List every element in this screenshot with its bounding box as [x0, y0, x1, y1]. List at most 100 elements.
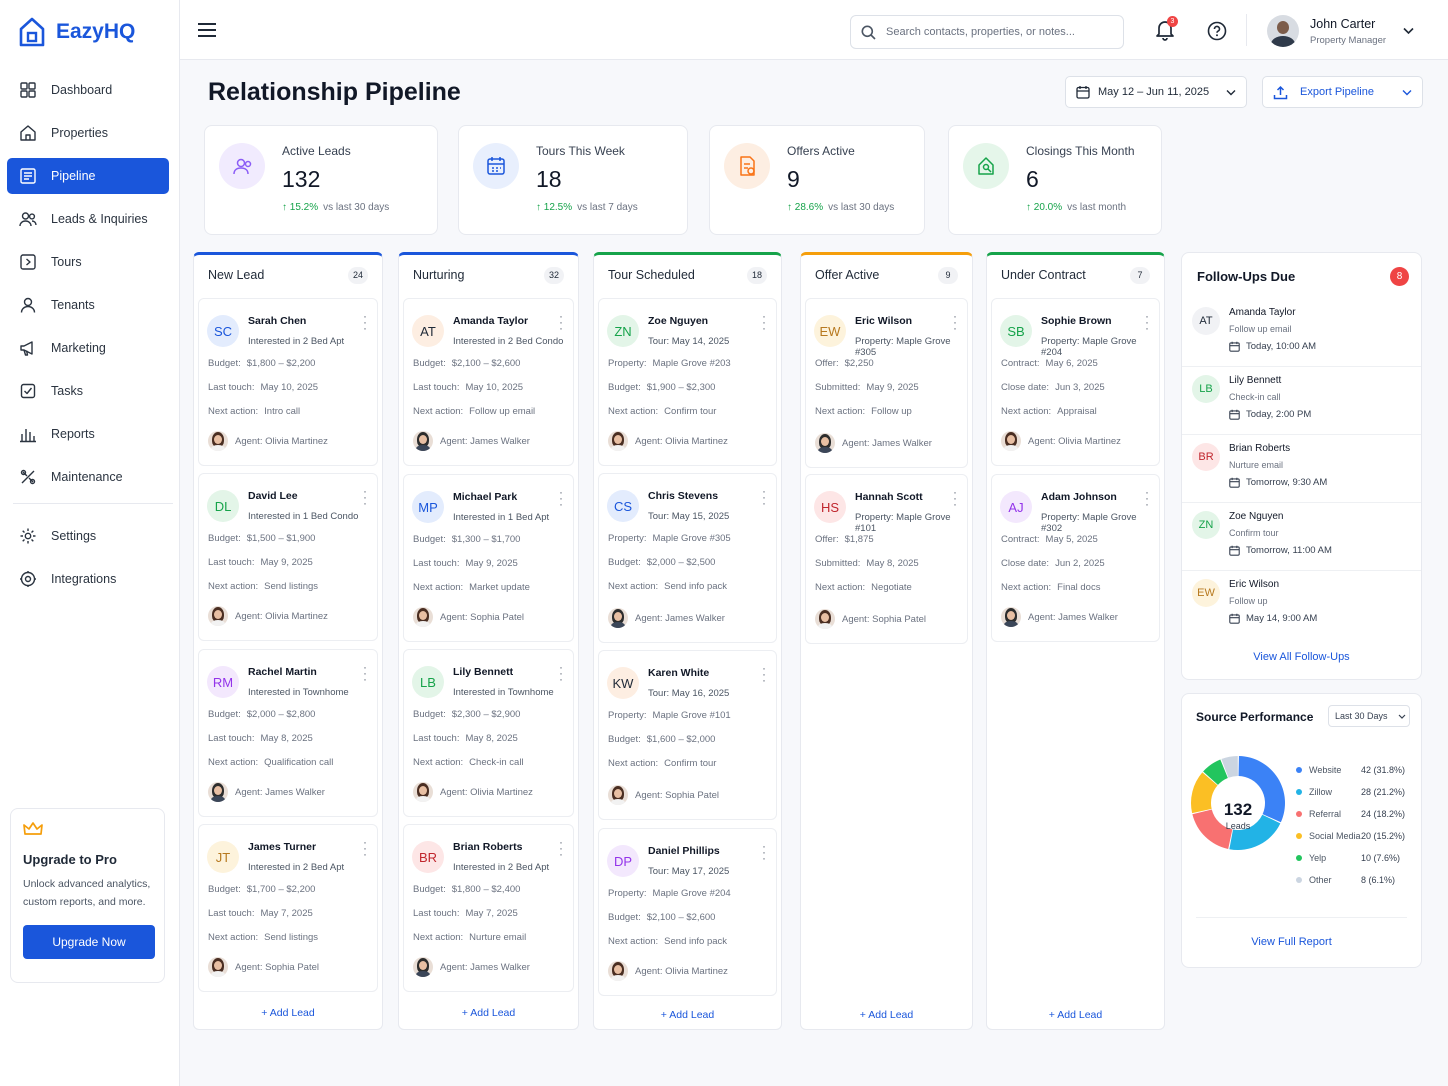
lead-card[interactable]: DL David Lee Interested in 1 Bed Condo · · · B…: [198, 473, 378, 641]
more-options-icon[interactable]: · · ·: [363, 485, 367, 509]
column-header[interactable]: Under Contract 7: [987, 255, 1164, 295]
lead-card[interactable]: AT Amanda Taylor Interested in 2 Bed Condo…: [403, 298, 574, 466]
follow-up-item[interactable]: LB Lily Bennett Check-in call Today, 2:00 P…: [1182, 367, 1421, 435]
sidebar-item-properties[interactable]: Properties: [7, 115, 169, 151]
agent-name: Agent: Olivia Martinez: [635, 965, 728, 977]
calendar-icon: [473, 143, 519, 189]
donut-slice-zillow[interactable]: [1229, 814, 1281, 850]
more-options-icon[interactable]: · · ·: [953, 486, 957, 510]
period-select[interactable]: Last 30 Days: [1328, 705, 1410, 727]
more-options-icon[interactable]: · · ·: [762, 662, 766, 686]
add-lead-button[interactable]: + Add Lead: [987, 1009, 1164, 1021]
upgrade-now-button[interactable]: Upgrade Now: [23, 925, 155, 959]
lead-agent: Agent: Olivia Martinez: [413, 782, 533, 802]
more-options-icon[interactable]: · · ·: [762, 840, 766, 864]
agent-name: Agent: James Walker: [440, 435, 530, 447]
lead-subtitle: Interested in 2 Bed Apt: [248, 336, 345, 347]
lead-card[interactable]: AJ Adam Johnson Property: Maple Grove #302…: [991, 474, 1160, 642]
search-input[interactable]: Search contacts, properties, or notes...: [850, 15, 1124, 49]
more-options-icon[interactable]: · · ·: [762, 310, 766, 334]
lead-card[interactable]: BR Brian Roberts Interested in 2 Bed Apt · ·…: [403, 824, 574, 992]
more-options-icon[interactable]: · · ·: [559, 661, 563, 685]
add-lead-button[interactable]: + Add Lead: [399, 1007, 578, 1019]
offer-document-icon: [724, 143, 770, 189]
follow-up-item[interactable]: ZN Zoe Nguyen Confirm tour Tomorrow, 11:00 …: [1182, 503, 1421, 571]
column-header[interactable]: New Lead 24: [194, 255, 382, 295]
more-options-icon[interactable]: · · ·: [559, 836, 563, 860]
lead-card[interactable]: RM Rachel Martin Interested in Townhome · · ·…: [198, 649, 378, 817]
sidebar-item-reports[interactable]: Reports: [7, 416, 169, 452]
lead-card[interactable]: KW Karen White Tour: May 16, 2025 · · · Proper…: [598, 650, 777, 820]
user-avatar[interactable]: [1267, 15, 1299, 47]
follow-up-item[interactable]: BR Brian Roberts Nurture email Tomorrow, 9:…: [1182, 435, 1421, 503]
lead-card[interactable]: SB Sophie Brown Property: Maple Grove #204…: [991, 298, 1160, 466]
view-full-report-link[interactable]: View Full Report: [1182, 936, 1421, 948]
add-lead-button[interactable]: + Add Lead: [801, 1009, 972, 1021]
more-options-icon[interactable]: · · ·: [1145, 310, 1149, 334]
view-all-follow-ups-link[interactable]: View All Follow-Ups: [1182, 651, 1421, 663]
period-select-value: Last 30 Days: [1335, 711, 1388, 721]
lead-card[interactable]: ZN Zoe Nguyen Tour: May 14, 2025 · · · Propert…: [598, 298, 777, 466]
lead-detail-row: Property: Maple Grove #305: [608, 532, 731, 544]
menu-icon[interactable]: [198, 23, 216, 37]
add-lead-button[interactable]: + Add Lead: [194, 1007, 382, 1019]
lead-card[interactable]: LB Lily Bennett Interested in Townhome · · · B…: [403, 649, 574, 817]
more-options-icon[interactable]: · · ·: [953, 310, 957, 334]
sidebar-item-dashboard[interactable]: Dashboard: [7, 72, 169, 108]
column-title: Nurturing: [413, 268, 465, 282]
stat-card-closings-this-month[interactable]: Closings This Month 6 ↑ 20.0% vs last month: [948, 125, 1162, 235]
stat-value: 9: [787, 166, 800, 192]
lead-card[interactable]: EW Eric Wilson Property: Maple Grove #305 ·…: [805, 298, 968, 468]
more-options-icon[interactable]: · · ·: [559, 486, 563, 510]
bar-chart-icon: [19, 425, 37, 443]
lead-card[interactable]: SC Sarah Chen Interested in 2 Bed Apt · · · Bu…: [198, 298, 378, 466]
follow-up-avatar: EW: [1192, 579, 1220, 607]
follow-up-item[interactable]: EW Eric Wilson Follow up May 14, 9:00 AM: [1182, 571, 1421, 639]
lead-card[interactable]: CS Chris Stevens Tour: May 15, 2025 · · · Prop…: [598, 473, 777, 643]
more-options-icon[interactable]: · · ·: [363, 836, 367, 860]
column-header[interactable]: Offer Active 9: [801, 255, 972, 295]
stat-card-active-leads[interactable]: Active Leads 132 ↑ 15.2% vs last 30 days: [204, 125, 438, 235]
column-header[interactable]: Nurturing 32: [399, 255, 578, 295]
notifications-button[interactable]: 3: [1155, 16, 1178, 41]
more-options-icon[interactable]: · · ·: [363, 661, 367, 685]
follow-up-item[interactable]: AT Amanda Taylor Follow up email Today, 10:…: [1182, 299, 1421, 367]
sidebar-item-leads-inquiries[interactable]: Leads & Inquiries: [7, 201, 169, 237]
lead-card[interactable]: MP Michael Park Interested in 1 Bed Apt · · ·…: [403, 474, 574, 642]
add-lead-button[interactable]: + Add Lead: [594, 1009, 781, 1021]
lead-agent: Agent: James Walker: [608, 608, 725, 628]
sidebar-item-maintenance[interactable]: Maintenance: [7, 459, 169, 495]
more-options-icon[interactable]: · · ·: [1145, 486, 1149, 510]
sidebar-item-pipeline[interactable]: Pipeline: [7, 158, 169, 194]
detail-value: $1,800 – $2,400: [451, 884, 521, 895]
logo[interactable]: EazyHQ: [18, 16, 135, 48]
lead-card[interactable]: DP Daniel Phillips Tour: May 17, 2025 · · · Pr…: [598, 828, 777, 996]
column-header[interactable]: Tour Scheduled 18: [594, 255, 781, 295]
lead-subtitle: Property: Maple Grove #204: [1041, 336, 1137, 358]
stat-card-offers-active[interactable]: Offers Active 9 ↑ 28.6% vs last 30 days: [709, 125, 925, 235]
more-options-icon[interactable]: · · ·: [762, 485, 766, 509]
more-options-icon[interactable]: · · ·: [363, 310, 367, 334]
export-pipeline-button[interactable]: Export Pipeline: [1262, 76, 1423, 108]
sidebar-item-marketing[interactable]: Marketing: [7, 330, 169, 366]
lead-subtitle: Interested in 2 Bed Apt: [248, 862, 345, 873]
agent-name: Agent: Sophia Patel: [635, 789, 719, 801]
sidebar-item-tenants[interactable]: Tenants: [7, 287, 169, 323]
detail-value: Nurture email: [469, 932, 527, 943]
lead-card[interactable]: HS Hannah Scott Property: Maple Grove #101…: [805, 474, 968, 644]
sidebar-item-settings[interactable]: Settings: [7, 518, 169, 554]
legend-value: 10 (7.6%): [1361, 853, 1401, 863]
chevron-down-icon[interactable]: [1403, 27, 1414, 35]
detail-value: May 10, 2025: [260, 382, 319, 393]
detail-value: May 7, 2025: [260, 908, 313, 919]
legend-label: Other: [1309, 875, 1332, 885]
sidebar-item-tours[interactable]: Tours: [7, 244, 169, 280]
sidebar-item-tasks[interactable]: Tasks: [7, 373, 169, 409]
date-range-picker[interactable]: May 12 – Jun 11, 2025: [1065, 76, 1247, 108]
lead-card[interactable]: JT James Turner Interested in 2 Bed Apt · · ·…: [198, 824, 378, 992]
stat-card-tours-this-week[interactable]: Tours This Week 18 ↑ 12.5% vs last 7 days: [458, 125, 688, 235]
more-options-icon[interactable]: · · ·: [559, 310, 563, 334]
help-icon[interactable]: [1207, 21, 1227, 41]
lead-avatar: ZN: [607, 315, 639, 347]
sidebar-item-integrations[interactable]: Integrations: [7, 561, 169, 597]
